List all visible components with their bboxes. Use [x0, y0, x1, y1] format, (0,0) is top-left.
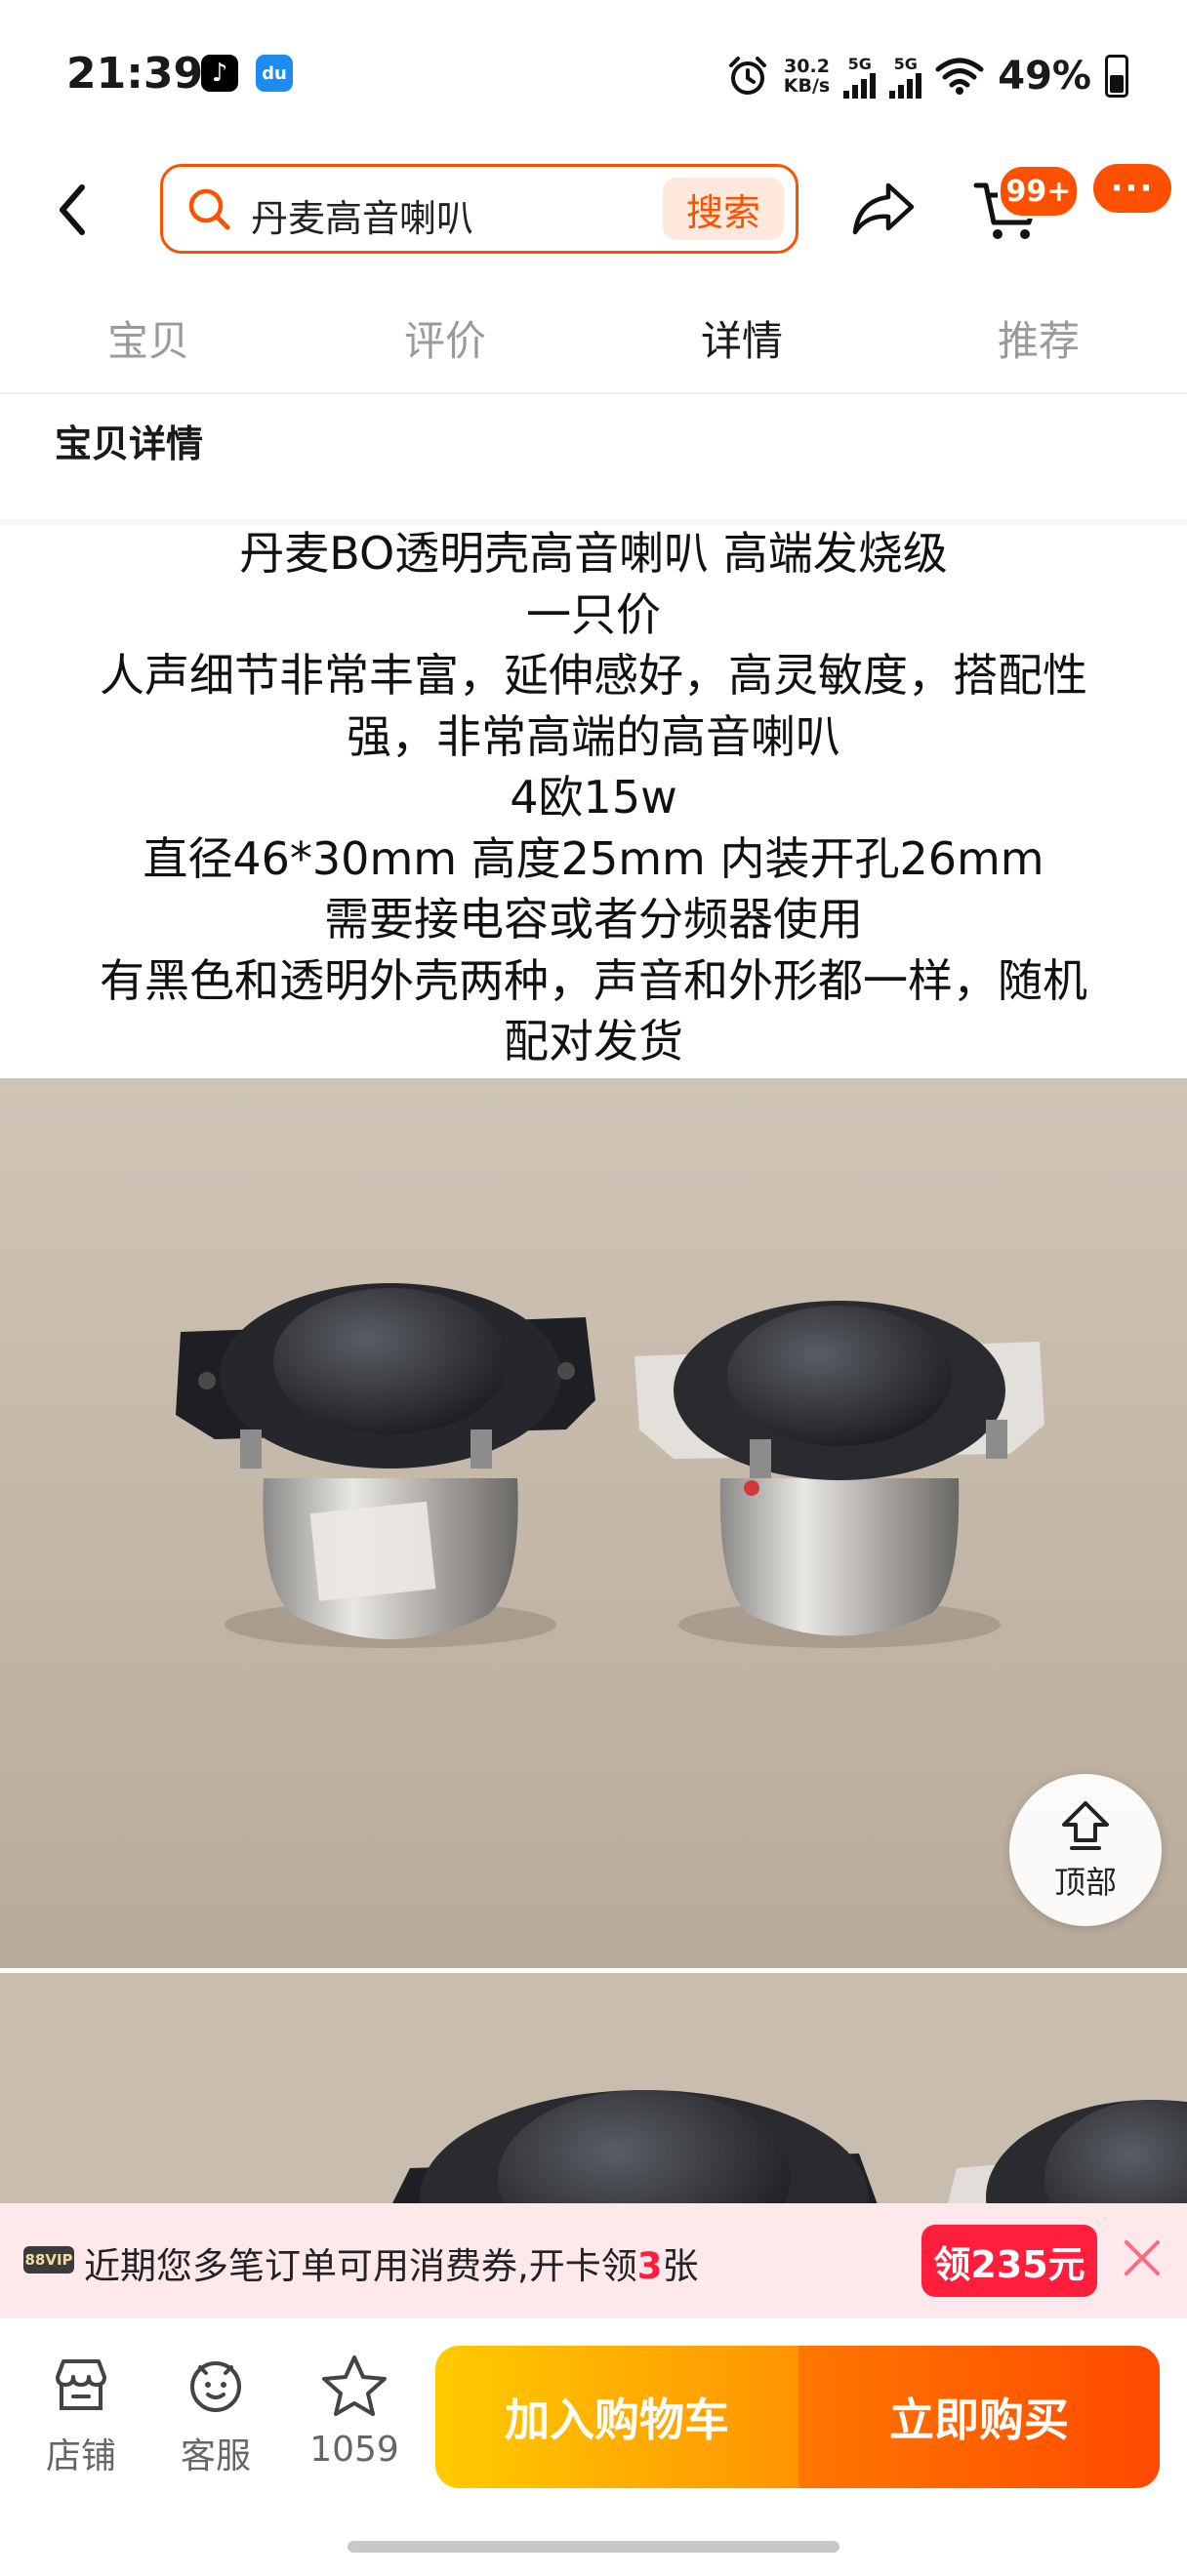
- description-line: 人声细节非常丰富，延伸感好，高灵敏度，搭配性: [100, 649, 1087, 702]
- product-photo: [0, 1973, 1187, 2207]
- customer-service-label: 客服: [180, 2436, 251, 2476]
- description-line: 强，非常高端的高音喇叭: [347, 709, 840, 763]
- search-input[interactable]: 丹麦高音喇叭: [251, 188, 473, 242]
- net-speed-unit: KB/s: [783, 75, 831, 97]
- tab-reviews[interactable]: 评价: [297, 293, 594, 390]
- back-to-top-button[interactable]: 顶部: [1009, 1774, 1162, 1926]
- status-indicators: 30.2 KB/s 5G 5G 49%: [725, 47, 1128, 105]
- status-time: 21:39: [66, 49, 204, 99]
- sim1-signal: 5G: [843, 54, 877, 99]
- search-icon: [188, 188, 230, 230]
- divider: [0, 392, 1187, 394]
- description-line: 4欧15w: [510, 771, 677, 824]
- search-bar[interactable]: 丹麦高音喇叭 搜索: [160, 164, 798, 254]
- status-bar: 21:39 ♪ du 30.2 KB/s 5G 5G 49%: [0, 0, 1187, 146]
- description-line: 有黑色和透明外壳两种，声音和外形都一样，随机: [100, 953, 1087, 1007]
- sim2-label: 5G: [893, 54, 918, 73]
- home-indicator[interactable]: [348, 2541, 839, 2553]
- star-icon: [322, 2355, 387, 2416]
- favorite-count: 1059: [309, 2430, 399, 2470]
- product-photo: [0, 1078, 1187, 1968]
- section-title: 宝贝详情: [55, 423, 204, 465]
- promo-text: 近期您多笔订单可用消费券,开卡领3张: [84, 2236, 699, 2289]
- arrow-up-icon: [1062, 1801, 1109, 1850]
- store-button[interactable]: 店铺: [27, 2354, 135, 2478]
- buy-now-button[interactable]: 立即购买: [798, 2346, 1160, 2488]
- battery-icon: [1105, 55, 1128, 98]
- signal-bars-icon: [889, 72, 922, 99]
- network-speed: 30.2 KB/s: [784, 57, 830, 96]
- description-line: 需要接电容或者分频器使用: [324, 893, 863, 946]
- description-line: 一只价: [526, 587, 661, 641]
- customer-service-icon: [190, 2361, 241, 2412]
- signal-bars-icon: [843, 72, 877, 99]
- store-icon: [56, 2359, 106, 2410]
- battery-percent: 49%: [998, 54, 1091, 99]
- cart-count-badge: 99+: [998, 164, 1080, 219]
- promo-text-main: 近期您多笔订单可用消费券,开卡领: [84, 2245, 637, 2287]
- alarm-icon: [728, 57, 766, 95]
- tab-recommend[interactable]: 推荐: [890, 293, 1187, 390]
- bottom-action-bar: 店铺 客服 1059 加入购物车 立即购买: [0, 2318, 1187, 2576]
- back-arrow-icon[interactable]: [49, 176, 98, 244]
- du-app-icon: du: [256, 55, 293, 92]
- store-label: 店铺: [45, 2436, 116, 2476]
- promo-count: 3: [636, 2245, 663, 2287]
- sim1-label: 5G: [847, 54, 872, 73]
- tab-details[interactable]: 详情: [594, 293, 890, 390]
- more-menu-button[interactable]: ···: [1093, 164, 1171, 213]
- net-speed-value: 30.2: [784, 56, 830, 77]
- description-line: 丹麦BO透明壳高音喇叭 高端发烧级: [239, 527, 948, 580]
- sim2-signal: 5G: [889, 54, 922, 99]
- wifi-icon: [935, 58, 984, 95]
- product-description: 丹麦BO透明壳高音喇叭 高端发烧级 一只价 人声细节非常丰富，延伸感好，高灵敏度…: [0, 523, 1187, 1072]
- search-button[interactable]: 搜索: [663, 178, 784, 240]
- favorite-button[interactable]: 1059: [301, 2354, 408, 2470]
- customer-service-button[interactable]: 客服: [162, 2354, 269, 2478]
- tiktok-app-icon: ♪: [201, 55, 238, 92]
- back-to-top-label: 顶部: [1053, 1864, 1117, 1901]
- claim-coupon-button[interactable]: 领235元: [921, 2225, 1097, 2297]
- coupon-promo-bar[interactable]: 88VIP 近期您多笔订单可用消费券,开卡领3张 领235元: [0, 2203, 1187, 2318]
- description-line: 配对发货: [504, 1015, 683, 1067]
- promo-text-suffix: 张: [662, 2245, 699, 2287]
- share-icon[interactable]: [849, 178, 918, 240]
- detail-tabs: 宝贝 评价 详情 推荐: [0, 293, 1187, 390]
- description-line: 直径46*30mm 高度25mm 内装开孔26mm: [143, 831, 1044, 885]
- close-icon[interactable]: [1121, 2236, 1164, 2279]
- add-to-cart-button[interactable]: 加入购物车: [435, 2346, 798, 2488]
- tab-item[interactable]: 宝贝: [0, 293, 297, 390]
- vip-badge: 88VIP: [23, 2246, 74, 2274]
